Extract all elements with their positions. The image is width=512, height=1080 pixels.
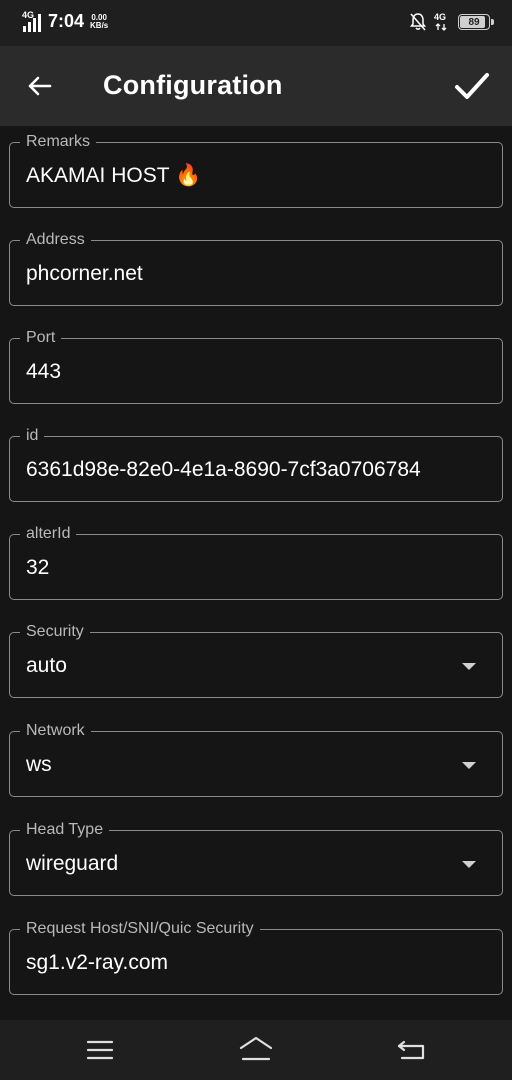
data-arrows-icon: 4G (434, 12, 450, 31)
port-label: Port (20, 329, 62, 347)
address-field[interactable]: Address phcorner.net (9, 231, 503, 306)
headtype-label: Head Type (20, 821, 110, 839)
status-time: 7:04 (48, 11, 85, 31)
network-speed: 0.00 KB/s (90, 13, 109, 30)
request-host-value: sg1.v2-ray.com (26, 951, 168, 974)
id-field[interactable]: id 6361d98e-82e0-4e1a-8690-7cf3a0706784 (9, 427, 503, 502)
mute-bell-icon (410, 13, 426, 31)
config-form: Remarks AKAMAI HOST 🔥 Address phcorner.n… (0, 126, 512, 1020)
network-select[interactable]: Network ws (9, 722, 503, 797)
request-host-label: Request Host/SNI/Quic Security (20, 920, 260, 938)
headtype-select[interactable]: Head Type wireguard (9, 821, 503, 896)
dropdown-arrow-icon[interactable] (462, 663, 476, 670)
signal-icon: 4G (22, 9, 42, 32)
remarks-label: Remarks (20, 133, 97, 151)
headtype-value: wireguard (26, 852, 119, 875)
battery-level: 89 (468, 16, 480, 28)
page-title: Configuration (103, 70, 283, 100)
arrow-left-icon[interactable] (24, 70, 56, 102)
menu-icon[interactable] (82, 1034, 118, 1066)
speed-unit: KB/s (90, 20, 109, 30)
dropdown-arrow-icon[interactable] (462, 762, 476, 769)
address-value: phcorner.net (26, 262, 143, 285)
remarks-value: AKAMAI HOST 🔥 (26, 164, 202, 187)
id-value: 6361d98e-82e0-4e1a-8690-7cf3a0706784 (26, 458, 421, 481)
alterid-value: 32 (26, 556, 50, 579)
address-label: Address (20, 231, 91, 249)
alterid-field[interactable]: alterId 32 (9, 525, 503, 600)
network-value: ws (26, 753, 52, 776)
security-label: Security (20, 623, 90, 641)
alterid-label: alterId (20, 525, 77, 543)
signal-label: 4G (22, 9, 35, 20)
port-field[interactable]: Port 443 (9, 329, 503, 404)
system-nav-bar (0, 1020, 512, 1080)
security-value: auto (26, 654, 67, 677)
id-label: id (20, 427, 45, 445)
port-value: 443 (26, 360, 62, 383)
home-icon[interactable] (238, 1034, 274, 1066)
remarks-field[interactable]: Remarks AKAMAI HOST 🔥 (9, 133, 503, 208)
status-left: 4G 7:04 0.00 KB/s (22, 9, 109, 32)
network-label: Network (20, 722, 91, 740)
status-bar: 4G 7:04 0.00 KB/s 4G 89 (0, 0, 512, 46)
battery-icon: 89 (458, 14, 494, 30)
status-right: 4G 89 (410, 12, 494, 31)
back-icon[interactable] (394, 1034, 430, 1066)
security-select[interactable]: Security auto (9, 623, 503, 698)
dropdown-arrow-icon[interactable] (462, 861, 476, 868)
app-bar: Configuration (0, 46, 512, 126)
check-icon[interactable] (452, 66, 492, 106)
request-host-field[interactable]: Request Host/SNI/Quic Security sg1.v2-ra… (9, 920, 503, 995)
